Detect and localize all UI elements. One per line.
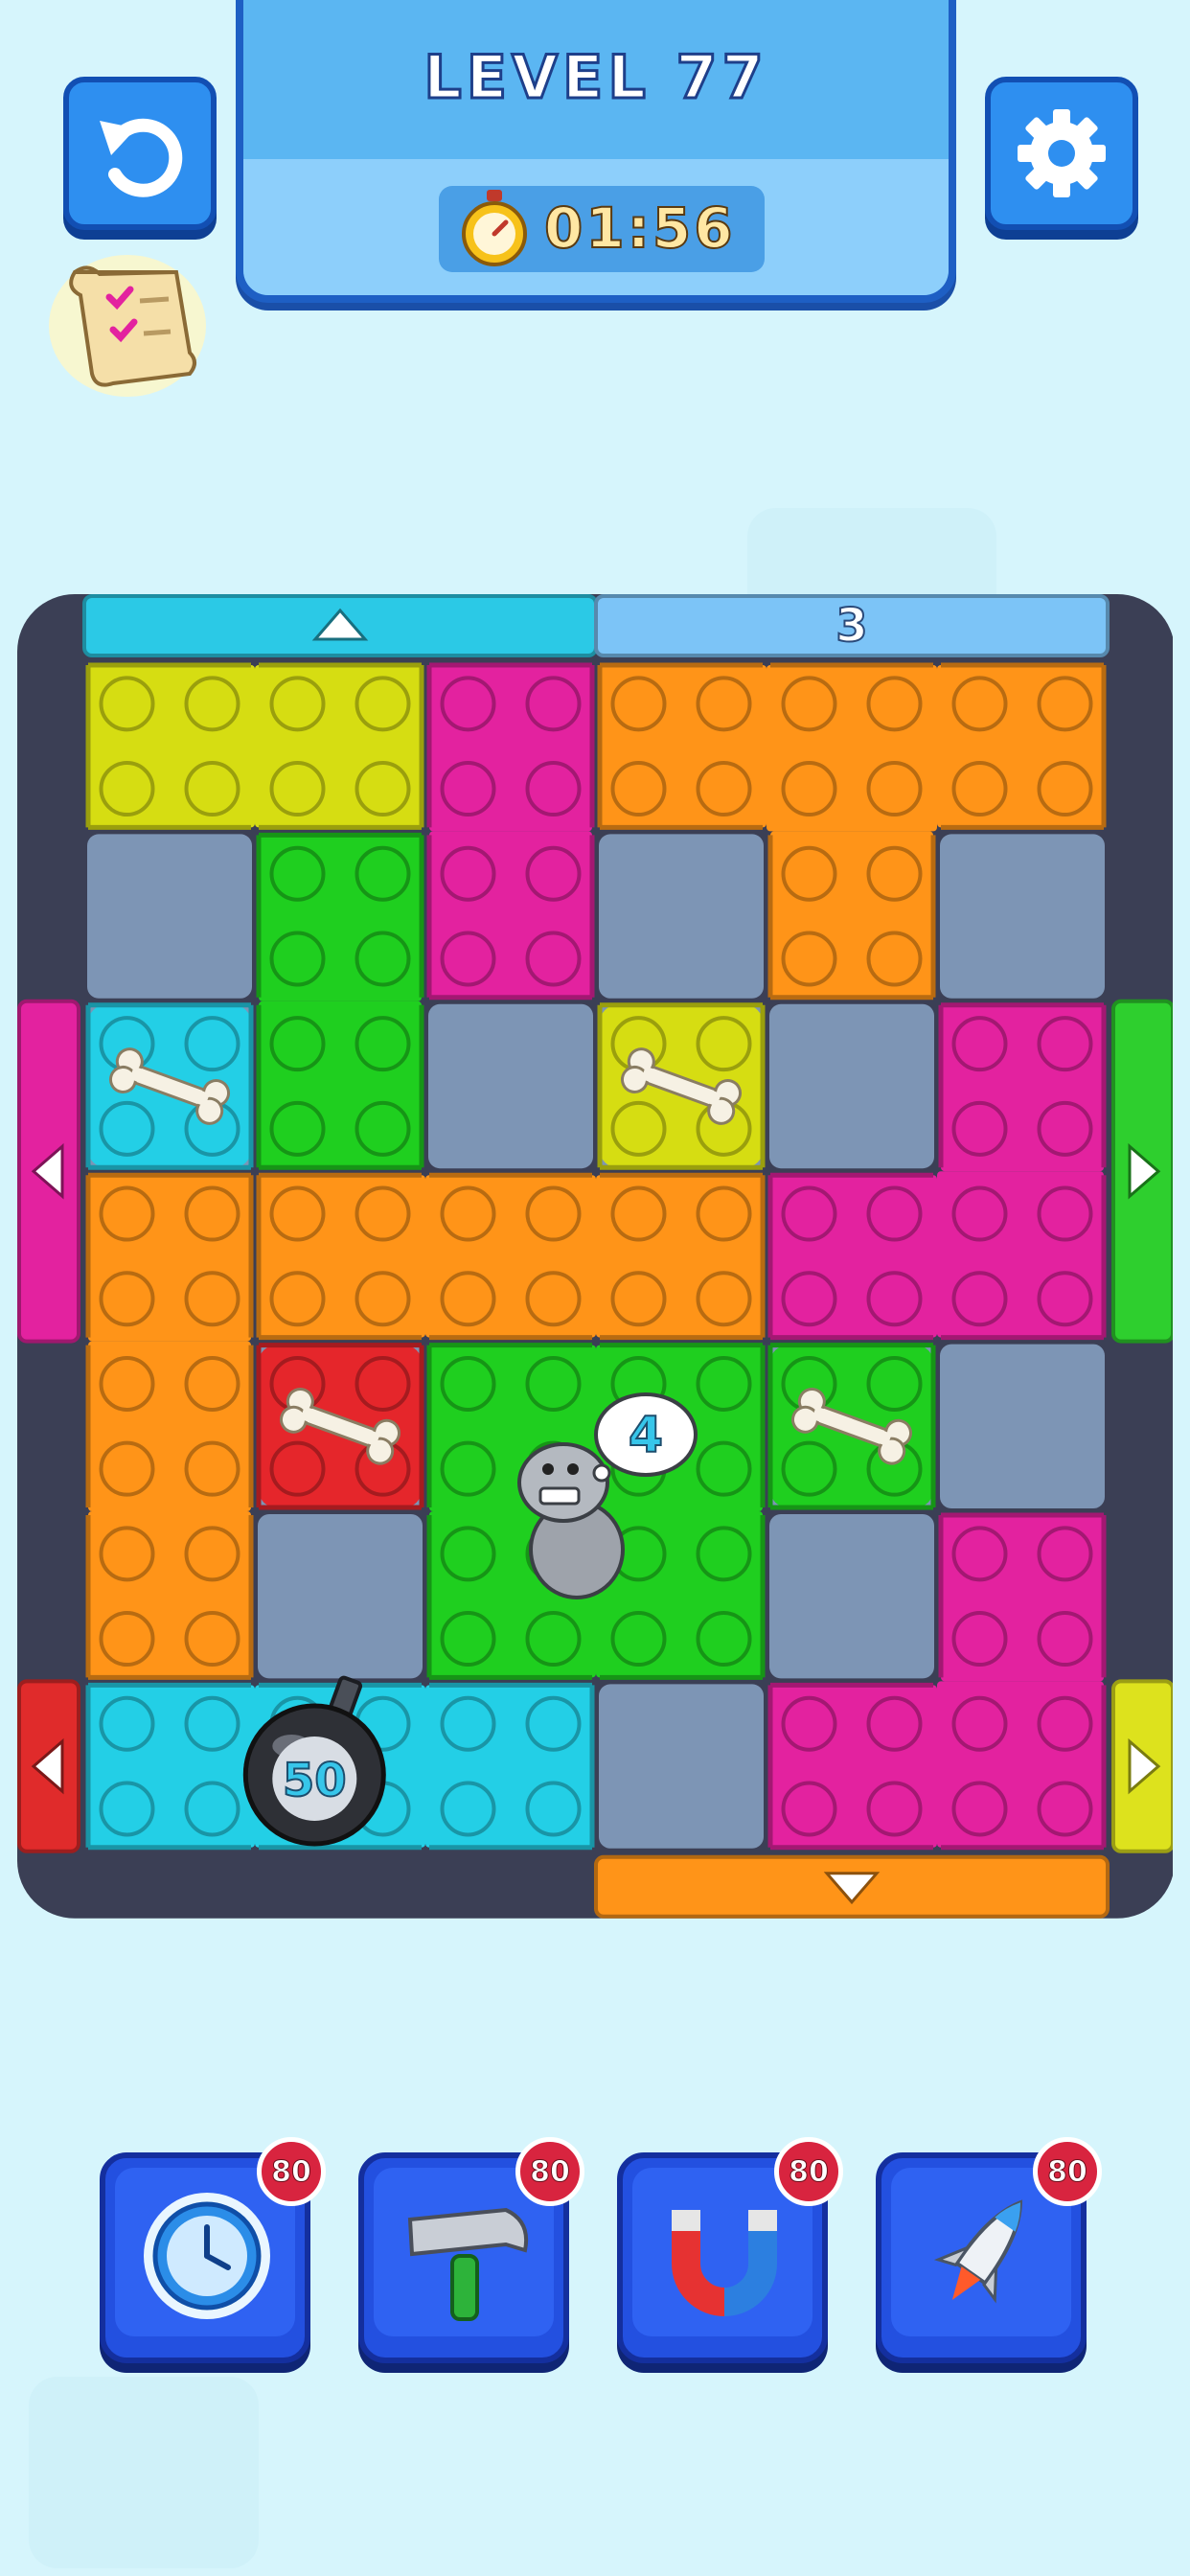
booster-time-freeze[interactable]: 80: [100, 2137, 326, 2363]
gear-icon: [1018, 109, 1106, 197]
undo-arrow-icon: [100, 118, 183, 197]
block-yellow-top[interactable]: [85, 662, 424, 830]
bomb-counter: 50: [283, 1754, 347, 1807]
exit-gate-right: [1111, 999, 1173, 1344]
block-cyan-bone[interactable]: [85, 1002, 254, 1170]
empty-cell: [428, 1003, 593, 1169]
block-green-bone[interactable]: [767, 1343, 936, 1510]
booster-hammer[interactable]: 80: [358, 2137, 584, 2363]
block-yellow-bone[interactable]: [597, 1002, 766, 1170]
booster-rocket[interactable]: 80: [876, 2137, 1102, 2363]
empty-cell: [769, 1003, 934, 1169]
empty-cell: [769, 1514, 934, 1679]
exit-gate-top: 3: [594, 594, 1110, 657]
block-red-bone[interactable]: [256, 1343, 424, 1510]
exit-gate-top: [82, 594, 598, 657]
dog-counter-value: 4: [629, 1407, 663, 1464]
empty-cell: [940, 834, 1105, 999]
hammer-icon: [407, 2207, 528, 2321]
block-magenta-top[interactable]: [426, 662, 595, 1000]
empty-cell: [258, 1514, 423, 1679]
exit-gate-left: [17, 1679, 80, 1853]
background-decoration: [29, 2377, 259, 2568]
settings-button[interactable]: [985, 77, 1138, 230]
game-board: 3 4 50: [17, 594, 1173, 1919]
clock-icon: [144, 2193, 270, 2319]
timer: 01:56: [439, 186, 765, 272]
empty-cell: [940, 1344, 1105, 1508]
exit-gate-bottom: [594, 1854, 1110, 1919]
block-green-vertical[interactable]: [256, 832, 424, 1170]
block-orange-horizontal[interactable]: [256, 1172, 766, 1341]
level-header: LEVEL 77 01:56: [236, 0, 956, 303]
booster-count-badge: 80: [257, 2137, 326, 2206]
booster-count-badge: 80: [774, 2137, 843, 2206]
undo-button[interactable]: [63, 77, 217, 230]
booster-magnet[interactable]: 80: [617, 2137, 843, 2363]
exit-gate-left: [17, 999, 80, 1344]
block-green-dog[interactable]: 4: [426, 1343, 766, 1680]
level-title: LEVEL 77: [423, 41, 768, 114]
empty-cell: [87, 834, 252, 999]
block-cyan-bomb[interactable]: 50: [85, 1675, 595, 1851]
frozen-gate-counter: 3: [835, 599, 867, 653]
exit-gate-right: [1111, 1679, 1173, 1853]
timer-value: 01:56: [543, 195, 736, 262]
empty-cell: [599, 834, 764, 999]
booster-count-badge: 80: [515, 2137, 584, 2206]
block-orange-vertical[interactable]: [85, 1172, 254, 1680]
empty-cell: [599, 1684, 764, 1849]
booster-count-badge: 80: [1033, 2137, 1102, 2206]
scroll-checklist-icon[interactable]: [46, 249, 209, 402]
stopwatch-icon: [462, 190, 527, 266]
rocket-icon: [933, 2199, 1023, 2304]
magnet-icon: [672, 2210, 777, 2316]
